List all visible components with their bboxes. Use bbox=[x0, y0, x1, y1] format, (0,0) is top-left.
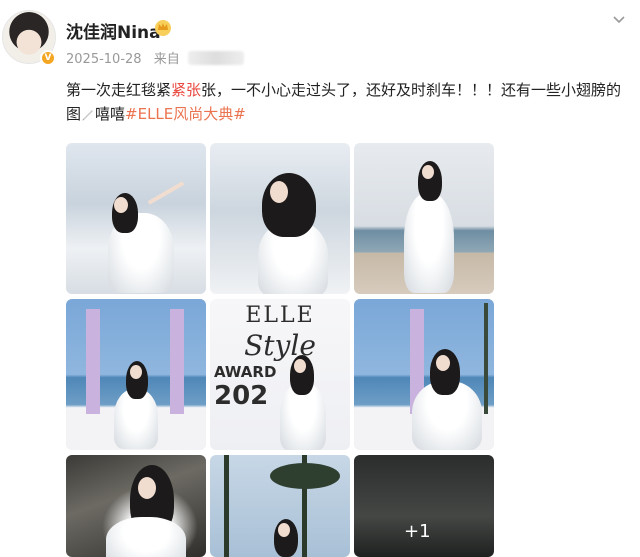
photo-thumbnail-2[interactable] bbox=[210, 143, 350, 294]
weibo-post: V 沈佳润Nina 2025-10-28 来自 第一次走红毯紧紧张张，一不小心走… bbox=[0, 0, 640, 557]
username[interactable]: 沈佳润Nina bbox=[66, 18, 161, 43]
post-meta: 2025-10-28 来自 bbox=[66, 48, 244, 67]
post-date[interactable]: 2025-10-28 bbox=[66, 52, 142, 67]
photo-thumbnail-9[interactable]: +1 bbox=[354, 455, 494, 557]
crown-icon bbox=[155, 20, 171, 36]
photo-thumbnail-6[interactable] bbox=[354, 299, 494, 450]
avatar[interactable]: V bbox=[2, 10, 58, 66]
photo-thumbnail-7[interactable] bbox=[66, 455, 206, 557]
post-text-part3: 嘻嘻 bbox=[95, 105, 126, 123]
source-label: 来自 bbox=[153, 52, 180, 67]
hashtag-link[interactable]: #ELLE风尚大典# bbox=[125, 105, 246, 123]
photo-thumbnail-8[interactable] bbox=[210, 455, 350, 557]
photo-thumbnail-4[interactable] bbox=[66, 299, 206, 450]
post-text-highlight: 紧张 bbox=[171, 81, 202, 99]
photo-thumbnail-1[interactable] bbox=[66, 143, 206, 294]
verified-badge-icon: V bbox=[40, 50, 56, 66]
source-blurred bbox=[187, 51, 244, 65]
photo-thumbnail-3[interactable] bbox=[354, 143, 494, 294]
more-options-button[interactable] bbox=[608, 10, 630, 32]
post-text-part1: 第一次走红毯紧 bbox=[66, 81, 172, 99]
photo-thumbnail-5[interactable]: ELLE Style AWARD 202 bbox=[210, 299, 350, 450]
elle-award-text: AWARD bbox=[214, 363, 277, 381]
post-text: 第一次走红毯紧紧张张，一不小心走过头了，还好及时刹车！！！还有一些小翅膀的图 嘻嘻… bbox=[66, 78, 626, 126]
elle-style-text: Style bbox=[244, 329, 316, 362]
elle-logo-text: ELLE bbox=[245, 303, 315, 328]
more-photos-count[interactable]: +1 bbox=[404, 521, 431, 542]
chevron-down-icon bbox=[613, 16, 625, 24]
wing-emoji-icon bbox=[82, 110, 94, 121]
